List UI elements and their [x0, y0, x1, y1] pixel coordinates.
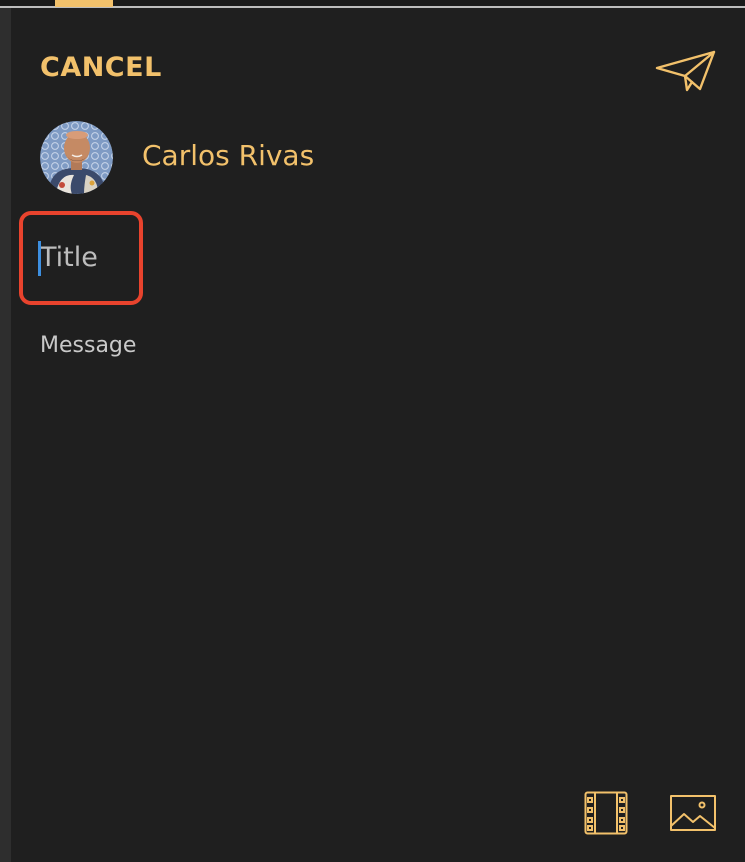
title-input[interactable] — [38, 236, 140, 278]
compose-screen: CANCEL Carlos Rivas Title Message — [0, 0, 745, 862]
left-rail — [0, 8, 11, 862]
paper-plane-icon — [655, 50, 716, 92]
add-video-button[interactable] — [583, 790, 629, 836]
image-icon — [670, 795, 716, 831]
cancel-button[interactable]: CANCEL — [40, 52, 162, 83]
film-icon — [584, 791, 628, 835]
message-input[interactable] — [40, 325, 700, 365]
active-tab-indicator — [55, 0, 113, 7]
avatar — [40, 121, 113, 194]
add-image-button[interactable] — [669, 794, 717, 832]
author-name: Carlos Rivas — [142, 139, 315, 172]
send-button[interactable] — [654, 48, 718, 96]
text-caret — [38, 241, 41, 276]
